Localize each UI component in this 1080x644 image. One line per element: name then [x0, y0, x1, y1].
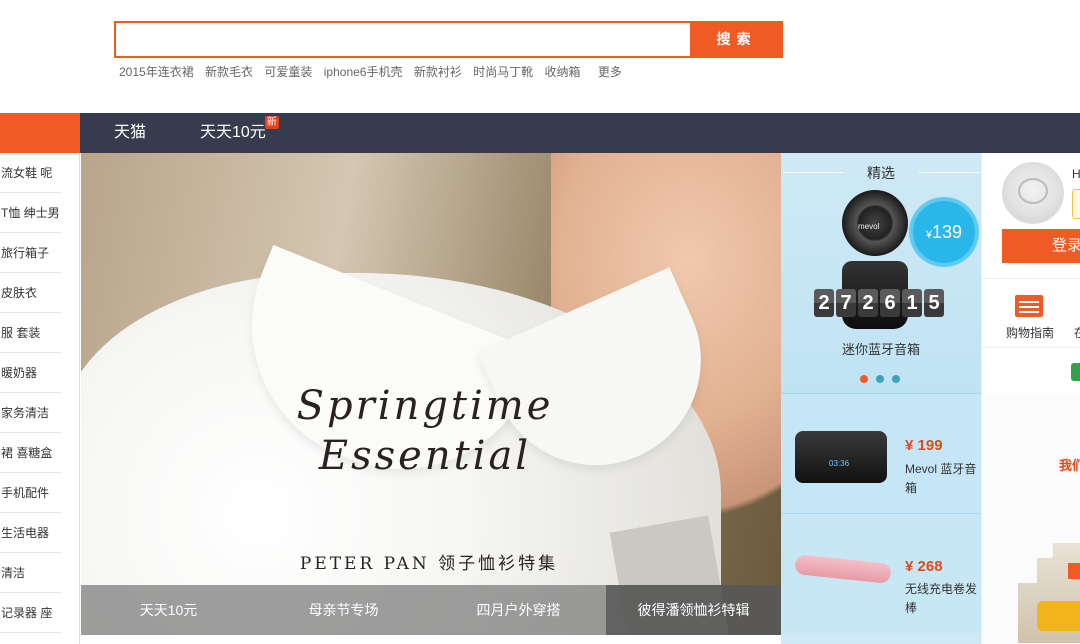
carousel-dot[interactable]	[892, 375, 900, 383]
featured-deal[interactable]: 精选 mevol ¥139 2 7 2 6 1 5 迷你蓝牙音箱	[781, 153, 981, 393]
category-list: 流女鞋 呢 T恤 绅士男 旅行箱子 皮肤衣 服 套装 暖奶器 家务清洁 裙 喜糖…	[0, 153, 80, 644]
greeting-text: H	[1072, 167, 1080, 181]
product-card[interactable]: 03:36 ¥ 199 Mevol 蓝牙音箱	[781, 393, 981, 513]
product-image	[794, 554, 892, 584]
mini-button[interactable]	[1072, 189, 1080, 219]
countdown-digit: 7	[836, 289, 856, 317]
shield-icon	[1071, 363, 1080, 381]
shopping-guide[interactable]: 购物指南 在	[982, 278, 1080, 348]
hot-word-link[interactable]: 2015年连衣裙	[119, 65, 194, 79]
hot-word-link[interactable]: 可爱童装	[264, 65, 312, 79]
carousel-dot[interactable]	[876, 375, 884, 383]
nav-item-daily-10[interactable]: 天天10元 新	[200, 113, 279, 153]
avatar-face-icon	[1018, 178, 1048, 204]
banner-tab[interactable]: 母亲节专场	[256, 585, 431, 635]
category-item[interactable]: 皮肤衣	[0, 273, 61, 313]
product-name: Mevol 蓝牙音箱	[905, 462, 977, 495]
category-item[interactable]: 暖奶器	[0, 353, 61, 393]
home-icon	[1068, 563, 1080, 579]
countdown-timer: 2 7 2 6 1 5	[814, 289, 944, 317]
guide-icon	[1015, 295, 1043, 317]
user-panel: H 登录 购物指南 在 我们	[981, 153, 1080, 644]
banner-subtitle: PETER PAN 领子恤衫特集	[299, 554, 559, 574]
guide-label: 购物指南	[1006, 326, 1055, 340]
product-screen-text: 03:36	[829, 459, 850, 468]
login-button[interactable]: 登录	[1002, 229, 1080, 263]
nav-item-tmall[interactable]: 天猫	[114, 113, 146, 153]
banner-tab[interactable]: 天天10元	[81, 585, 256, 635]
search-button[interactable]: 搜索	[690, 21, 783, 58]
category-item[interactable]: 记录器 座	[0, 593, 61, 633]
product-price: ¥ 199	[905, 437, 943, 454]
price-badge: ¥139	[913, 201, 975, 263]
guide-next-label: 在	[1074, 324, 1080, 341]
banner-tab[interactable]: 四月户外穿搭	[431, 585, 606, 635]
hot-search-words: 2015年连衣裙 新款毛衣 可爱童装 iphone6手机壳 新款衬衫 时尚马丁靴…	[119, 63, 630, 80]
hot-word-link[interactable]: 收纳箱	[545, 65, 581, 79]
more-link[interactable]: 更多	[598, 65, 622, 79]
countdown-digit: 5	[924, 289, 944, 317]
category-item[interactable]: 服 套装	[0, 313, 61, 353]
featured-title: 精选	[867, 165, 895, 181]
hot-word-link[interactable]: 新款衬衫	[414, 65, 462, 79]
banner-tab-active[interactable]: 彼得潘领恤衫特辑	[606, 585, 781, 635]
product-card[interactable]: ¥ 268 无线充电卷发棒	[781, 513, 981, 633]
category-item[interactable]: 裙 喜糖盒	[0, 433, 61, 473]
product-name: 无线充电卷发棒	[905, 582, 978, 615]
product-price: ¥ 268	[905, 558, 943, 575]
category-item[interactable]: 生活电器	[0, 513, 61, 553]
countdown-digit: 2	[858, 289, 878, 317]
hero-banner[interactable]: Springtime Essential PETER PAN 领子恤衫特集 天天…	[81, 153, 781, 635]
featured-panel: 精选 mevol ¥139 2 7 2 6 1 5 迷你蓝牙音箱 03:36 ¥…	[781, 153, 981, 644]
category-item[interactable]: 家务清洁	[0, 393, 61, 433]
bus-icon	[1037, 601, 1080, 631]
banner-title: Springtime Essential	[296, 383, 554, 479]
hot-word-link[interactable]: 新款毛衣	[205, 65, 253, 79]
carousel-dots	[860, 375, 900, 383]
countdown-digit: 2	[814, 289, 834, 317]
product-image: 03:36	[795, 431, 887, 483]
hot-word-link[interactable]: 时尚马丁靴	[473, 65, 533, 79]
featured-product-name: 迷你蓝牙音箱	[841, 342, 920, 357]
promo-text: 我们	[1059, 458, 1080, 473]
banner-tabs: 天天10元 母亲节专场 四月户外穿搭 彼得潘领恤衫特辑	[81, 585, 781, 635]
new-badge: 新	[264, 116, 279, 129]
category-item[interactable]: 手机配件	[0, 473, 61, 513]
category-nav-header[interactable]	[0, 113, 80, 153]
carousel-dot-active[interactable]	[860, 375, 868, 383]
speaker-brand: mevol	[858, 222, 880, 231]
search-input[interactable]	[118, 25, 685, 54]
hot-word-link[interactable]: iphone6手机壳	[324, 65, 403, 79]
promo-panel[interactable]: 我们	[982, 393, 1080, 644]
category-item[interactable]: 流女鞋 呢	[0, 153, 61, 193]
countdown-digit: 1	[902, 289, 922, 317]
countdown-digit: 6	[880, 289, 900, 317]
avatar[interactable]	[1002, 162, 1064, 224]
category-item[interactable]: T恤 绅士男	[0, 193, 61, 233]
search-box: 搜索	[114, 21, 783, 58]
main-nav: 天猫 天天10元 新	[0, 113, 1080, 153]
category-item[interactable]: 清洁	[0, 553, 61, 593]
category-item[interactable]: 旅行箱子	[0, 233, 61, 273]
